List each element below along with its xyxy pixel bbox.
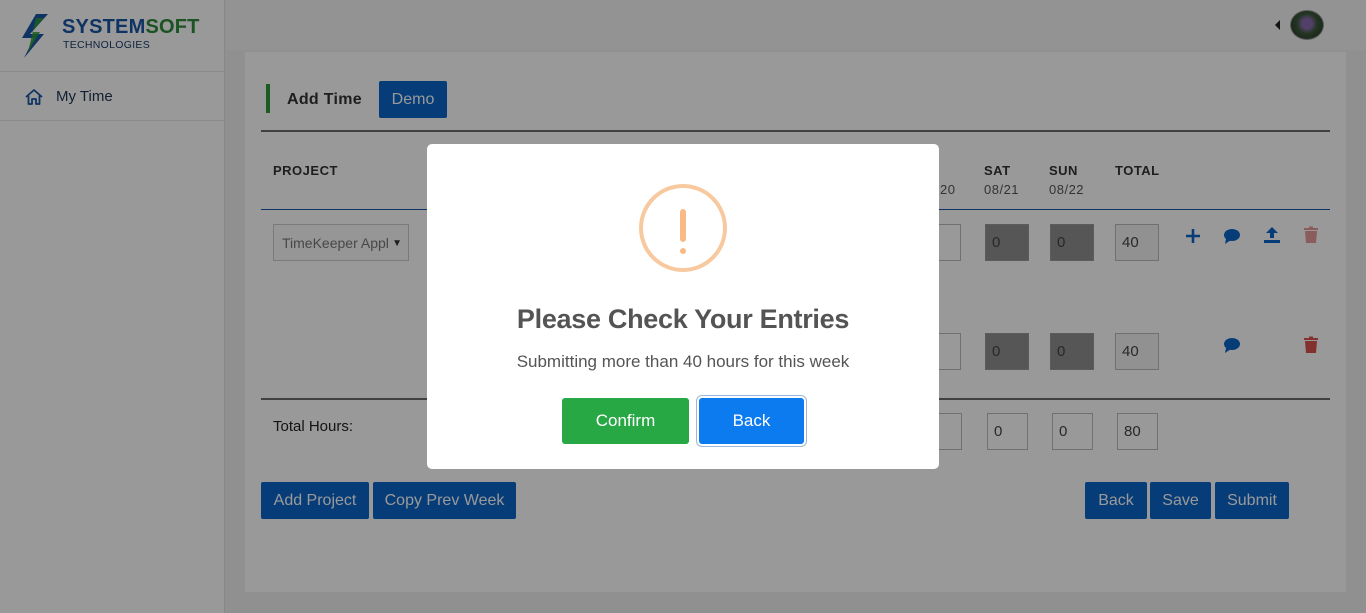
confirm-dialog: Please Check Your Entries Submitting mor…: [427, 144, 939, 469]
confirm-button[interactable]: Confirm: [562, 398, 689, 444]
dialog-title: Please Check Your Entries: [516, 304, 850, 334]
dialog-message: Submitting more than 40 hours for this w…: [516, 352, 850, 371]
warning-icon: [639, 184, 727, 272]
dialog-back-button[interactable]: Back: [699, 398, 804, 444]
